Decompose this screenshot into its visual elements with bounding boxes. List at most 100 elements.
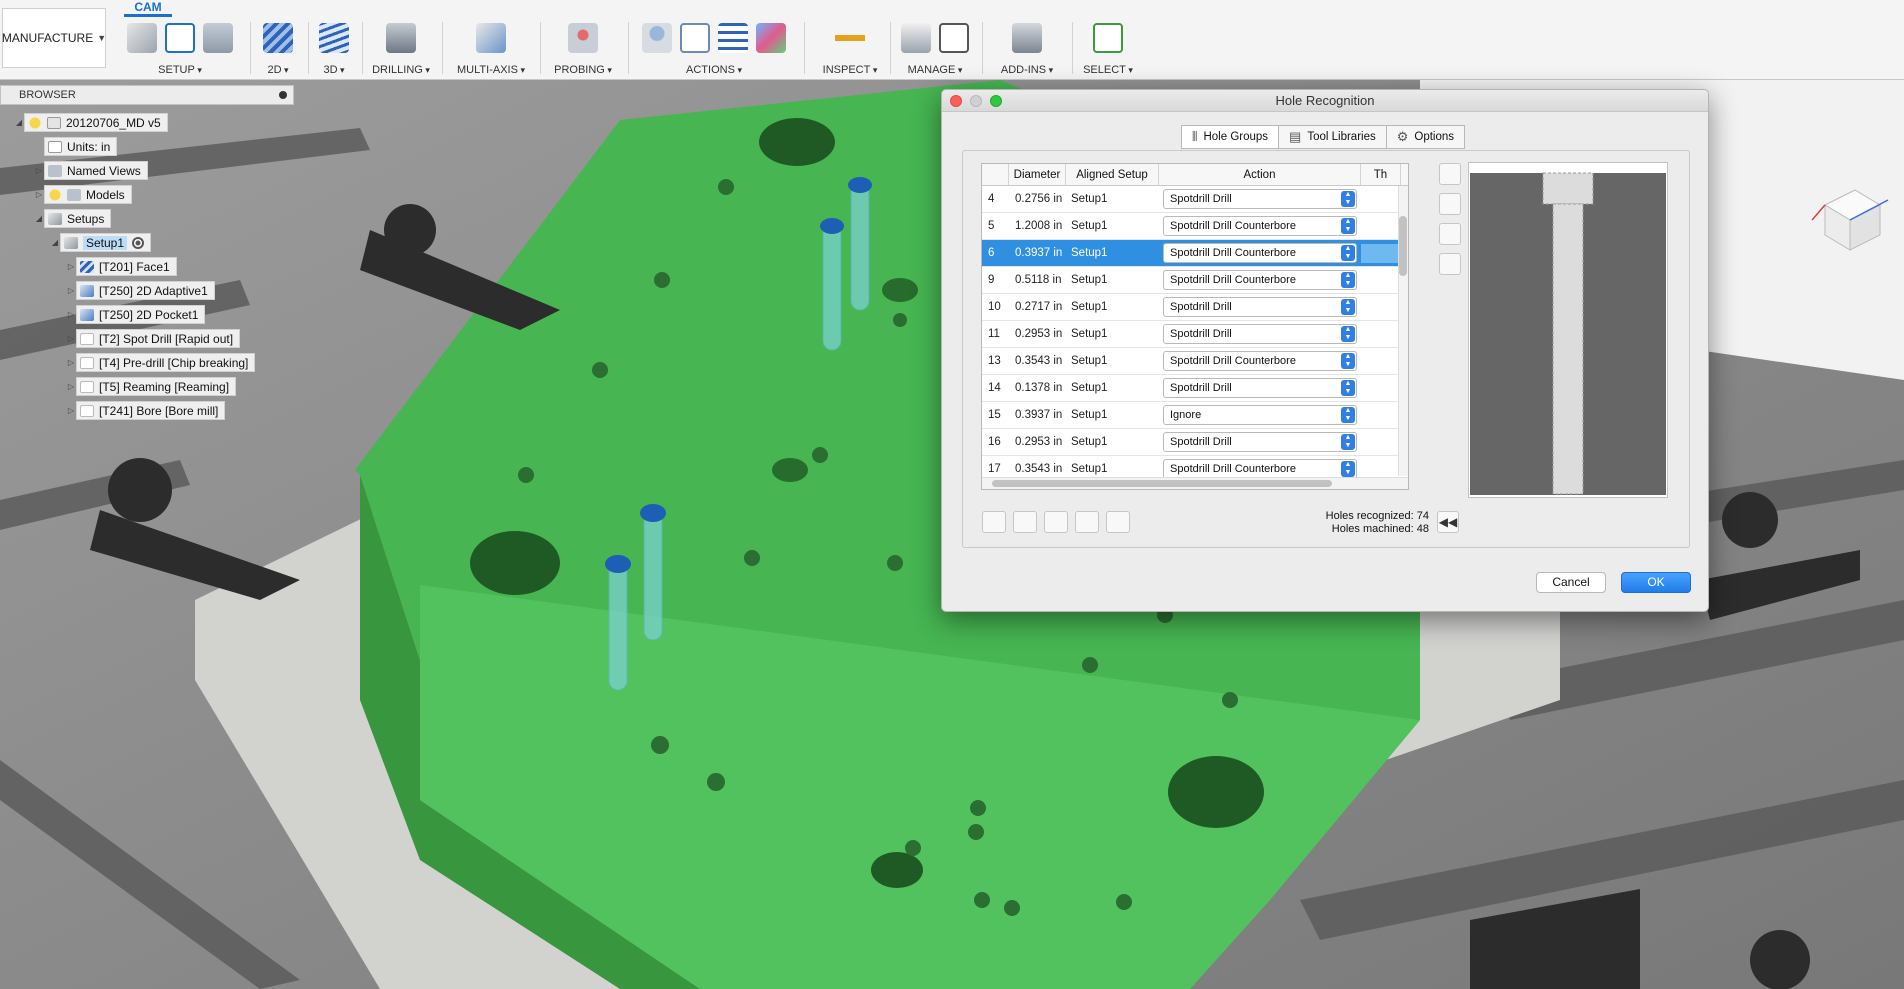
table-row[interactable]: 5 1.2008 in Setup1 Spotdrill Drill Counterb… (982, 213, 1408, 240)
setup-icon[interactable] (127, 23, 157, 53)
column-header-diameter[interactable]: Diameter (1009, 164, 1066, 185)
2d-menu-label[interactable]: 2D (258, 64, 298, 76)
simulate-icon[interactable] (642, 23, 672, 53)
merge-groups-icon[interactable] (1075, 511, 1099, 533)
table-row[interactable]: 15 0.3937 in Setup1 Ignore ▲ ▼ (982, 402, 1408, 429)
browser-header[interactable]: BROWSER (0, 85, 294, 105)
setup-menu-label[interactable]: SETUP (120, 64, 240, 76)
tree-node-op-adaptive1[interactable]: [T250] 2D Adaptive1 (76, 281, 215, 300)
tree-node-document[interactable]: 20120706_MD v5 (24, 113, 168, 132)
expand-triangle-icon[interactable]: ▷ (66, 334, 76, 343)
horizontal-scrollbar[interactable] (982, 477, 1408, 489)
expand-triangle-icon[interactable]: ◢ (50, 238, 60, 247)
measure-icon[interactable] (835, 23, 865, 53)
chevron-updown-icon[interactable]: ▲ ▼ (1341, 407, 1355, 423)
column-header-action[interactable]: Action (1159, 164, 1361, 185)
inspect-group[interactable]: INSPECT (812, 20, 888, 78)
th-cell[interactable] (1361, 271, 1401, 290)
remove-filter-icon[interactable] (1044, 511, 1068, 533)
manage-group[interactable]: MANAGE (896, 20, 974, 78)
action-select[interactable]: Spotdrill Drill ▲ ▼ (1163, 432, 1357, 452)
vertical-scrollbar[interactable] (1398, 186, 1408, 476)
expand-triangle-icon[interactable]: ▷ (34, 190, 44, 199)
table-row[interactable]: 13 0.3543 in Setup1 Spotdrill Drill Counter… (982, 348, 1408, 375)
tree-row-op-reaming[interactable]: ▷ [T5] Reaming [Reaming] (66, 377, 237, 396)
vertical-scroll-thumb[interactable] (1399, 216, 1407, 276)
nc-program-icon[interactable] (165, 23, 195, 53)
drilling-menu-label[interactable]: DRILLING (368, 64, 434, 76)
tree-row-op-spot-drill[interactable]: ▷ [T2] Spot Drill [Rapid out] (66, 329, 241, 348)
action-select[interactable]: Spotdrill Drill ▲ ▼ (1163, 297, 1357, 317)
remove-selected-icon[interactable] (1013, 511, 1037, 533)
tool-library-icon[interactable] (901, 23, 931, 53)
split-group-icon[interactable] (1106, 511, 1130, 533)
table-row[interactable]: 16 0.2953 in Setup1 Spotdrill Drill ▲ ▼ (982, 429, 1408, 456)
th-cell[interactable] (1361, 433, 1401, 452)
manage-menu-label[interactable]: MANAGE (896, 64, 974, 76)
table-row[interactable]: 4 0.2756 in Setup1 Spotdrill Drill ▲ ▼ (982, 186, 1408, 213)
actions-menu-label[interactable]: ACTIONS (634, 64, 794, 76)
tab-options[interactable]: ⚙ Options (1385, 125, 1466, 149)
pin-icon[interactable] (279, 91, 287, 99)
tree-node-op-spot-drill[interactable]: [T2] Spot Drill [Rapid out] (76, 329, 241, 348)
view-cube[interactable] (1810, 180, 1890, 260)
3d-toolpath-icon[interactable] (319, 23, 349, 53)
expand-triangle-icon[interactable]: ▷ (66, 406, 76, 415)
cancel-button[interactable]: Cancel (1536, 572, 1606, 593)
multi-axis-group[interactable]: MULTI-AXIS (450, 20, 532, 78)
folder-icon[interactable] (203, 23, 233, 53)
table-row[interactable]: 14 0.1378 in Setup1 Spotdrill Drill ▲ ▼ (982, 375, 1408, 402)
action-select[interactable]: Spotdrill Drill ▲ ▼ (1163, 189, 1357, 209)
chevron-updown-icon[interactable]: ▲ ▼ (1341, 461, 1355, 477)
tab-tool-libraries[interactable]: ▤ Tool Libraries (1278, 125, 1387, 149)
th-cell[interactable] (1361, 406, 1401, 425)
tree-node-setups[interactable]: Setups (44, 209, 112, 228)
lightbulb-icon[interactable] (28, 116, 42, 129)
2d-toolpath-icon[interactable] (263, 23, 293, 53)
column-header-aligned-setup[interactable]: Aligned Setup (1066, 164, 1159, 185)
add-ins-icon[interactable] (1012, 23, 1042, 53)
action-select[interactable]: Spotdrill Drill Counterbore ▲ ▼ (1163, 243, 1357, 263)
tree-node-units[interactable]: Units: in (44, 137, 118, 156)
chevron-updown-icon[interactable]: ▲ ▼ (1341, 245, 1355, 261)
tree-row-op-bore[interactable]: ▷ [T241] Bore [Bore mill] (66, 401, 226, 420)
tree-node-op-bore[interactable]: [T241] Bore [Bore mill] (76, 401, 226, 420)
group-by-icon[interactable] (1439, 223, 1461, 245)
horizontal-scroll-thumb[interactable] (992, 480, 1332, 487)
tree-row-op-adaptive1[interactable]: ▷ [T250] 2D Adaptive1 (66, 281, 215, 300)
rewind-icon[interactable]: ◀◀ (1437, 511, 1459, 533)
chevron-updown-icon[interactable]: ▲ ▼ (1341, 299, 1355, 315)
add-ins-group[interactable]: ADD-INS (990, 20, 1064, 78)
hole-groups-table[interactable]: Diameter Aligned Setup Action Th 4 0.2756… (981, 163, 1409, 490)
tree-row-named-views[interactable]: ▷ Named Views (34, 161, 148, 180)
tree-row-op-face1[interactable]: ▷ [T201] Face1 (66, 257, 177, 276)
table-row[interactable]: 9 0.5118 in Setup1 Spotdrill Drill Counterb… (982, 267, 1408, 294)
chevron-updown-icon[interactable]: ▲ ▼ (1341, 434, 1355, 450)
expand-triangle-icon[interactable]: ▷ (34, 166, 44, 175)
tree-node-setup1[interactable]: Setup1 (60, 233, 152, 252)
post-process-icon[interactable] (680, 23, 710, 53)
action-select[interactable]: Spotdrill Drill ▲ ▼ (1163, 324, 1357, 344)
table-row[interactable]: 10 0.2717 in Setup1 Spotdrill Drill ▲ ▼ (982, 294, 1408, 321)
action-select[interactable]: Ignore ▲ ▼ (1163, 405, 1357, 425)
action-select[interactable]: Spotdrill Drill ▲ ▼ (1163, 378, 1357, 398)
tree-row-document[interactable]: ◢ 20120706_MD v5 (14, 113, 168, 132)
tree-node-op-pocket1[interactable]: [T250] 2D Pocket1 (76, 305, 206, 324)
zoom-window-icon[interactable] (990, 95, 1002, 107)
workspace-switcher-button[interactable]: MANUFACTURE ▼ (2, 8, 106, 68)
minimize-window-icon[interactable] (970, 95, 982, 107)
2d-group[interactable]: 2D (258, 20, 298, 78)
active-radio-icon[interactable] (132, 236, 145, 249)
th-cell[interactable] (1361, 460, 1401, 479)
chevron-updown-icon[interactable]: ▲ ▼ (1341, 272, 1355, 288)
ok-button[interactable]: OK (1621, 572, 1691, 593)
expand-triangle-icon[interactable]: ◢ (34, 214, 44, 223)
tree-node-op-pre-drill[interactable]: [T4] Pre-drill [Chip breaking] (76, 353, 256, 372)
select-group[interactable]: SELECT (1080, 20, 1136, 78)
action-select[interactable]: Spotdrill Drill Counterbore ▲ ▼ (1163, 270, 1357, 290)
tree-node-op-reaming[interactable]: [T5] Reaming [Reaming] (76, 377, 237, 396)
expand-triangle-icon[interactable]: ▷ (66, 358, 76, 367)
table-row[interactable]: 6 0.3937 in Setup1 Spotdrill Drill Counterb… (982, 240, 1408, 267)
th-cell[interactable] (1361, 379, 1401, 398)
3d-group[interactable]: 3D (314, 20, 354, 78)
